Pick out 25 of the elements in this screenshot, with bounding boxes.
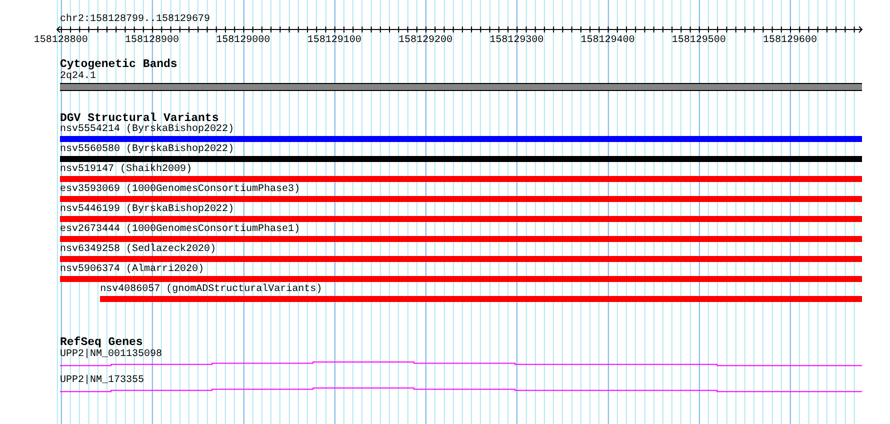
ruler-label: 158129500 (672, 35, 726, 46)
transcript-label: UPP2|NM_001135098 (60, 349, 162, 360)
variant-label: nsv4086057 (gnomADStructuralVariants) (100, 284, 322, 295)
ruler-label: 158129600 (763, 35, 817, 46)
variant-label: nsv5560580 (ByrskaBishop2022) (60, 144, 234, 155)
ruler-label: 158128900 (125, 35, 180, 46)
transcript-label: UPP2|NM_173355 (60, 375, 144, 386)
band-label: 2q24.1 (60, 71, 96, 82)
ruler-label: 158129200 (398, 35, 452, 46)
track-heading: RefSeq Genes (60, 337, 143, 349)
variant-label: nsv519147 (Shaikh2009) (60, 164, 192, 175)
variant-label: nsv5906374 (Almarri2020) (60, 264, 204, 275)
ruler-label: 158129000 (216, 35, 270, 46)
ruler-label: 158129100 (307, 35, 362, 46)
ruler-label: 158129300 (490, 35, 544, 46)
track-heading: DGV Structural Variants (60, 113, 219, 125)
variant-label: esv3593069 (1000GenomesConsortiumPhase3) (60, 184, 300, 195)
ruler-label: 158128800 (34, 35, 88, 46)
variant-label: nsv6349258 (Sedlazeck2020) (60, 244, 216, 255)
variant-label: nsv5446199 (ByrskaBishop2022) (60, 204, 234, 215)
ruler-label: 158129400 (580, 35, 635, 46)
variant-label: esv2673444 (1000GenomesConsortiumPhase1) (60, 224, 300, 235)
track-heading: Cytogenetic Bands (60, 59, 178, 71)
variant-label: nsv5554214 (ByrskaBishop2022) (60, 124, 234, 135)
region-title: chr2:158128799..158129679 (60, 14, 210, 26)
